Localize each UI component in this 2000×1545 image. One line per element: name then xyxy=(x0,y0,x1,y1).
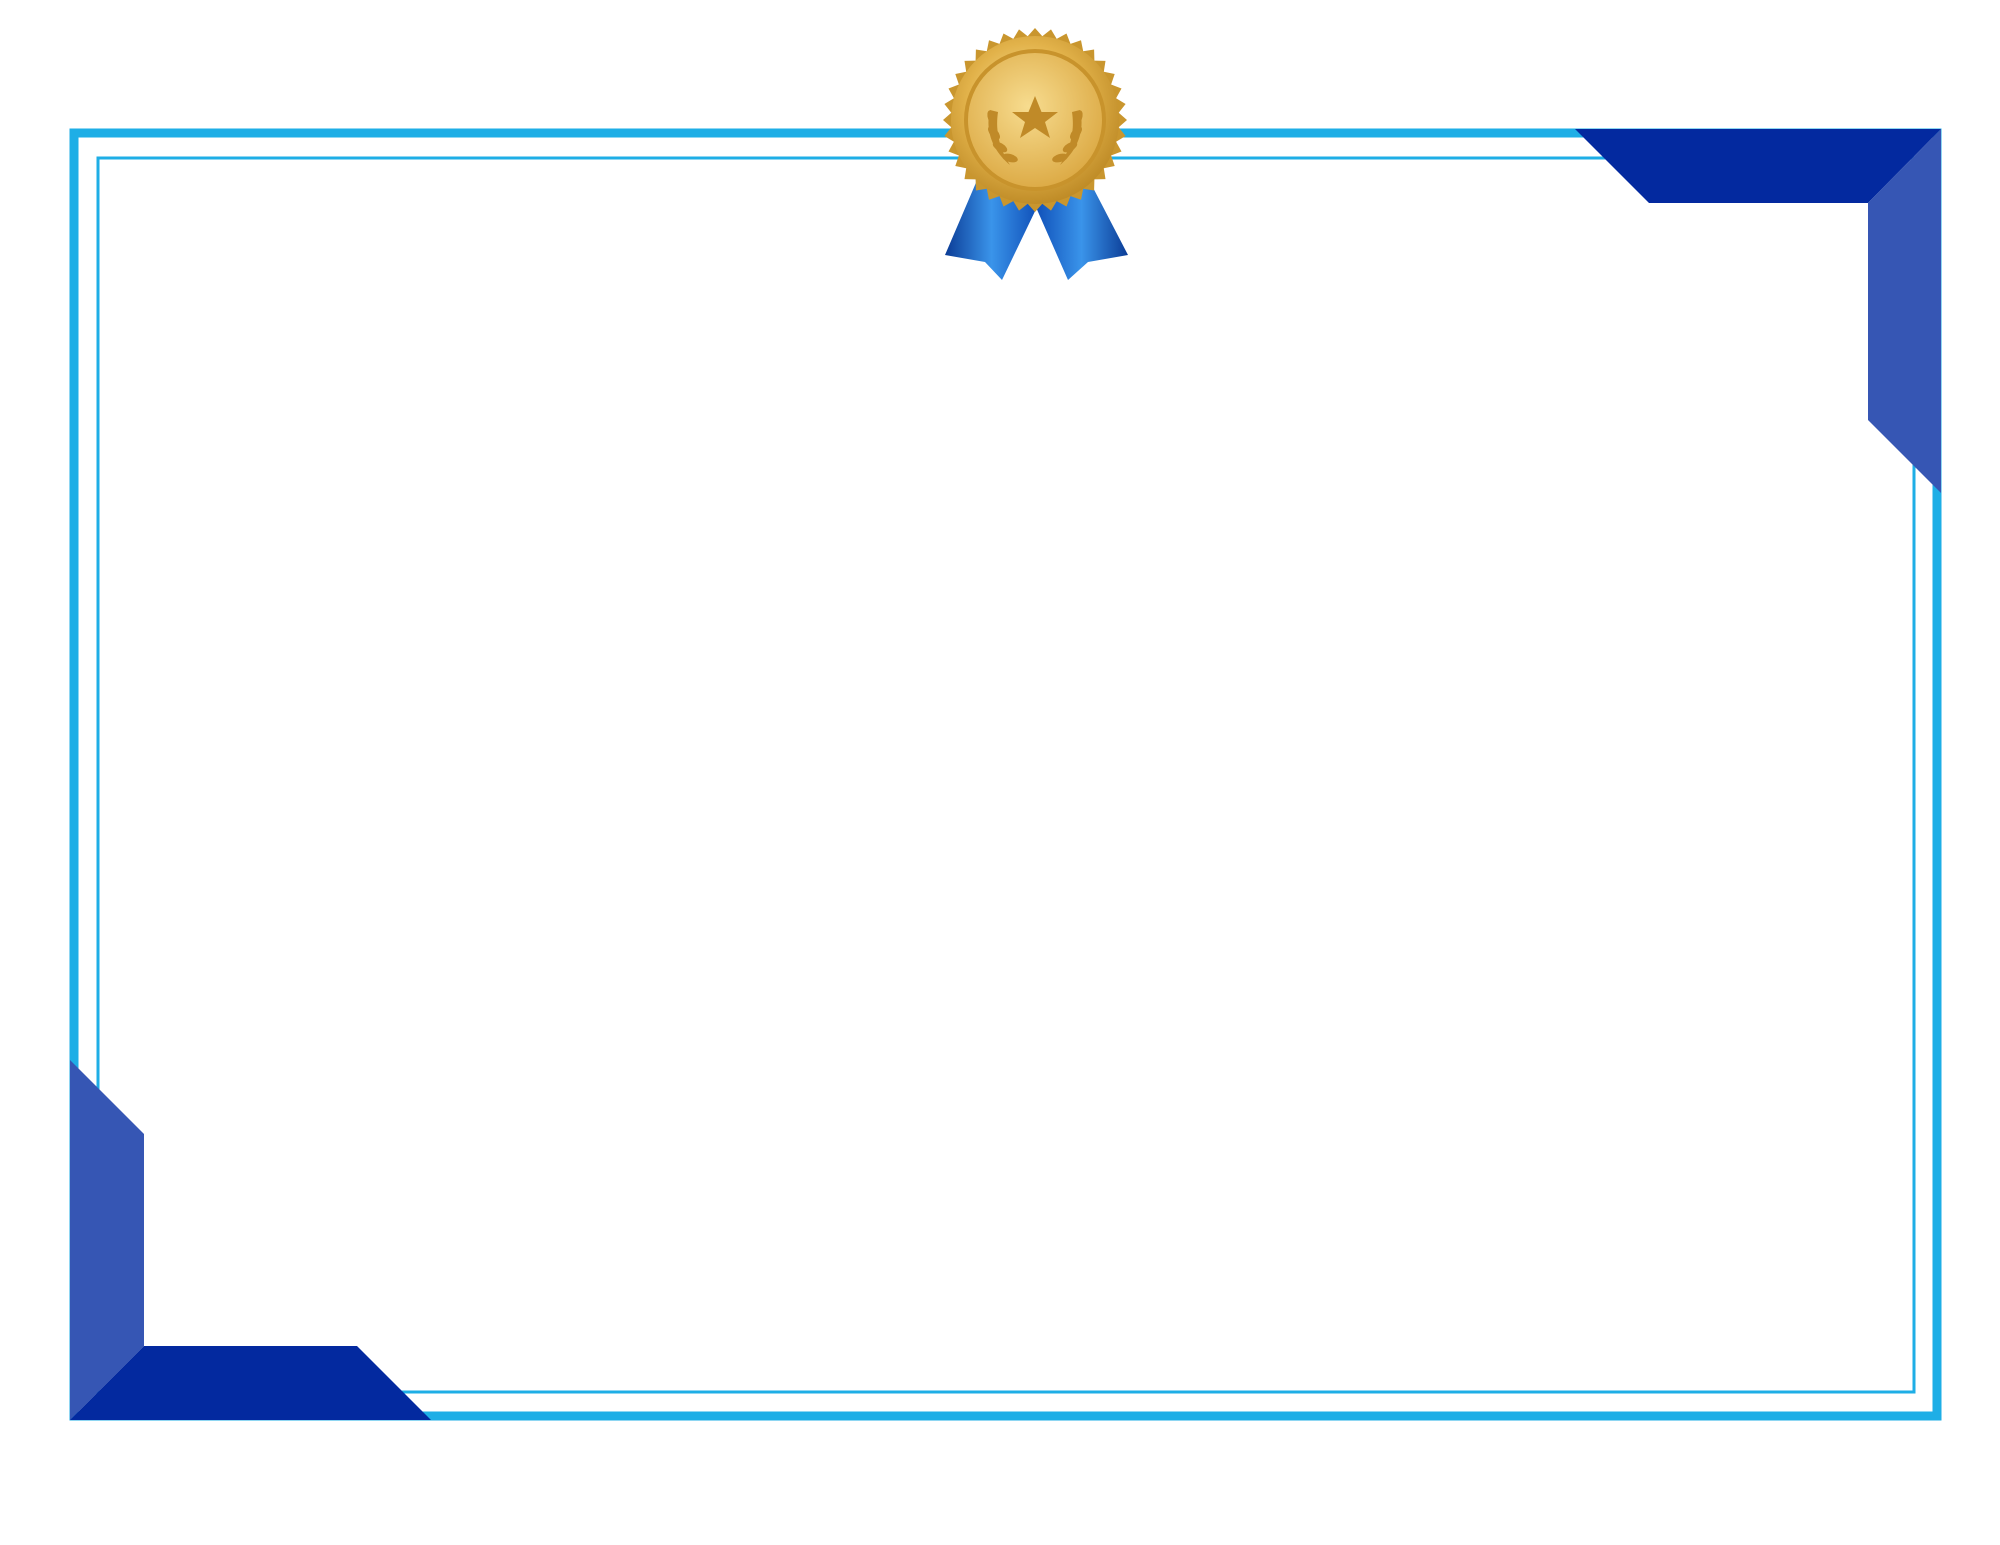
certificate-frame xyxy=(0,0,2000,1545)
